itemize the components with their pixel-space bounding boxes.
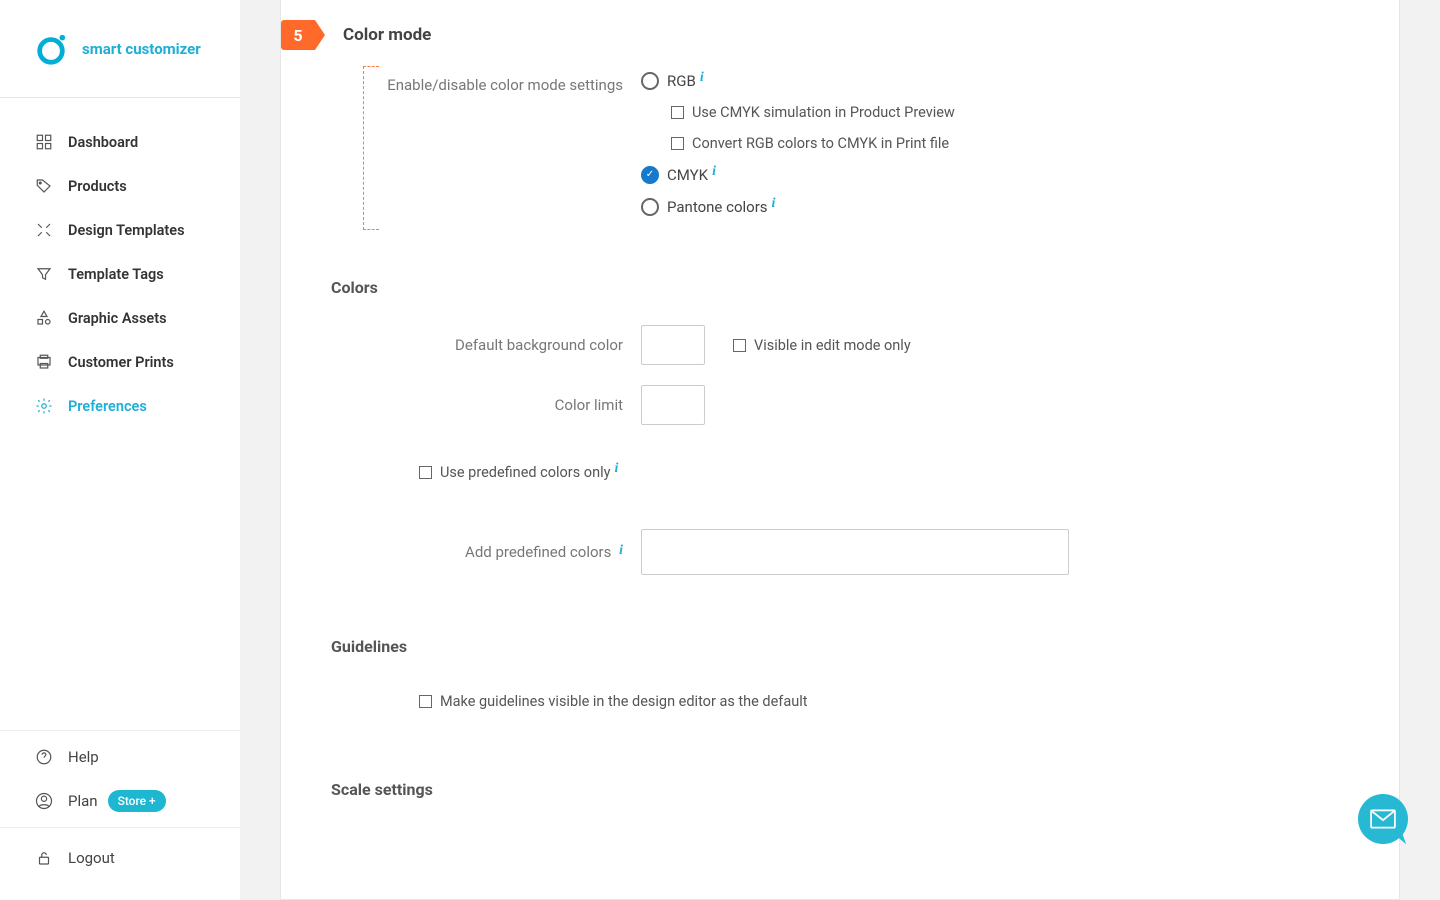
- sidebar-item-help[interactable]: Help: [0, 735, 240, 779]
- colors-form: Default background color Visible in edit…: [281, 325, 1399, 575]
- filter-icon: [34, 264, 54, 284]
- checkbox-option-convert-rgb[interactable]: Convert RGB colors to CMYK in Print file: [641, 135, 955, 152]
- sidebar-item-label: Graphic Assets: [68, 310, 167, 327]
- color-limit-input[interactable]: [641, 385, 705, 425]
- design-icon: [34, 220, 54, 240]
- bracket-decoration: [363, 66, 379, 230]
- plan-badge: Store +: [108, 790, 166, 812]
- brand-name: smart customizer: [82, 40, 201, 58]
- info-icon[interactable]: i: [619, 543, 623, 558]
- colors-heading: Colors: [331, 278, 1399, 297]
- sidebar-item-label: Help: [68, 748, 99, 766]
- color-mode-form: Enable/disable color mode settings RGB i…: [281, 66, 1399, 216]
- add-predefined-text: Add predefined colors: [465, 543, 611, 561]
- help-icon: [34, 747, 54, 767]
- sidebar-nav: Dashboard Products Design Templates Temp…: [0, 98, 240, 730]
- sidebar-item-plan[interactable]: Plan Store +: [0, 779, 240, 823]
- info-icon[interactable]: i: [712, 164, 716, 180]
- gear-icon: [34, 396, 54, 416]
- info-icon[interactable]: i: [772, 196, 776, 212]
- sidebar-item-graphic-assets[interactable]: Graphic Assets: [0, 296, 240, 340]
- add-predefined-input[interactable]: [641, 529, 1069, 575]
- section-header: 5 Color mode: [281, 0, 1399, 66]
- mail-icon: [1370, 809, 1396, 829]
- shapes-icon: [34, 308, 54, 328]
- sidebar-item-dashboard[interactable]: Dashboard: [0, 120, 240, 164]
- sidebar-item-label: Dashboard: [68, 134, 138, 151]
- radio-option-pantone[interactable]: Pantone colors i: [641, 198, 955, 216]
- radio-rgb[interactable]: [641, 72, 659, 90]
- sidebar-item-logout[interactable]: Logout: [0, 836, 240, 880]
- settings-panel: 5 Color mode Enable/disable color mode s…: [280, 0, 1400, 900]
- checkbox-label: Convert RGB colors to CMYK in Print file: [692, 135, 949, 152]
- step-number-badge: 5: [281, 20, 315, 50]
- radio-label: Pantone colors: [667, 198, 768, 216]
- logo-icon: [34, 32, 68, 66]
- checkbox-cmyk-sim[interactable]: [671, 106, 684, 119]
- enable-color-mode-label: Enable/disable color mode settings: [381, 72, 641, 94]
- info-icon[interactable]: i: [700, 70, 704, 86]
- sidebar-header: smart customizer: [0, 0, 240, 98]
- checkbox-use-predefined[interactable]: [419, 466, 432, 479]
- dashboard-icon: [34, 132, 54, 152]
- sidebar-item-template-tags[interactable]: Template Tags: [0, 252, 240, 296]
- checkbox-label: Make guidelines visible in the design ed…: [440, 693, 808, 710]
- sidebar-item-customer-prints[interactable]: Customer Prints: [0, 340, 240, 384]
- sidebar-item-label: Template Tags: [68, 266, 164, 283]
- main: 5 Color mode Enable/disable color mode s…: [240, 0, 1440, 900]
- lock-icon: [34, 848, 54, 868]
- section-title: Color mode: [343, 25, 431, 45]
- checkbox-option-visible-edit[interactable]: Visible in edit mode only: [733, 337, 911, 354]
- default-bg-label: Default background color: [381, 336, 641, 354]
- sidebar-item-label: Products: [68, 178, 127, 195]
- checkbox-visible-edit[interactable]: [733, 339, 746, 352]
- radio-pantone[interactable]: [641, 198, 659, 216]
- checkbox-option-guidelines-visible[interactable]: Make guidelines visible in the design ed…: [419, 693, 808, 710]
- info-icon[interactable]: i: [614, 461, 618, 477]
- guidelines-form: Make guidelines visible in the design ed…: [281, 684, 1399, 718]
- radio-label: RGB: [667, 72, 696, 90]
- sidebar-item-label: Plan: [68, 792, 98, 810]
- color-mode-options: RGB i Use CMYK simulation in Product Pre…: [641, 72, 955, 216]
- sidebar: smart customizer Dashboard Products Desi…: [0, 0, 240, 900]
- default-bg-color-input[interactable]: [641, 325, 705, 365]
- checkbox-guidelines-visible[interactable]: [419, 695, 432, 708]
- tag-icon: [34, 176, 54, 196]
- checkbox-option-cmyk-sim[interactable]: Use CMYK simulation in Product Preview: [641, 104, 955, 121]
- sidebar-item-products[interactable]: Products: [0, 164, 240, 208]
- user-icon: [34, 791, 54, 811]
- color-limit-label: Color limit: [381, 396, 641, 414]
- sidebar-bottom: Help Plan Store +: [0, 730, 240, 827]
- radio-cmyk[interactable]: [641, 166, 659, 184]
- sidebar-item-label: Customer Prints: [68, 354, 174, 371]
- add-predefined-label: Add predefined colors i: [381, 543, 641, 562]
- checkbox-option-use-predefined[interactable]: Use predefined colors only i: [419, 464, 618, 481]
- scale-settings-heading: Scale settings: [331, 780, 1399, 799]
- print-icon: [34, 352, 54, 372]
- radio-option-rgb[interactable]: RGB i: [641, 72, 955, 90]
- guidelines-heading: Guidelines: [331, 637, 1399, 656]
- sidebar-item-preferences[interactable]: Preferences: [0, 384, 240, 428]
- sidebar-item-label: Preferences: [68, 398, 147, 415]
- checkbox-label: Visible in edit mode only: [754, 337, 911, 354]
- checkbox-label: Use CMYK simulation in Product Preview: [692, 104, 955, 121]
- sidebar-item-label: Design Templates: [68, 222, 185, 239]
- sidebar-footer: Logout: [0, 827, 240, 900]
- chat-button[interactable]: [1358, 794, 1408, 844]
- checkbox-label: Use predefined colors only: [440, 464, 610, 481]
- sidebar-item-label: Logout: [68, 849, 115, 867]
- checkbox-convert-rgb[interactable]: [671, 137, 684, 150]
- radio-option-cmyk[interactable]: CMYK i: [641, 166, 955, 184]
- sidebar-item-design-templates[interactable]: Design Templates: [0, 208, 240, 252]
- radio-label: CMYK: [667, 166, 708, 184]
